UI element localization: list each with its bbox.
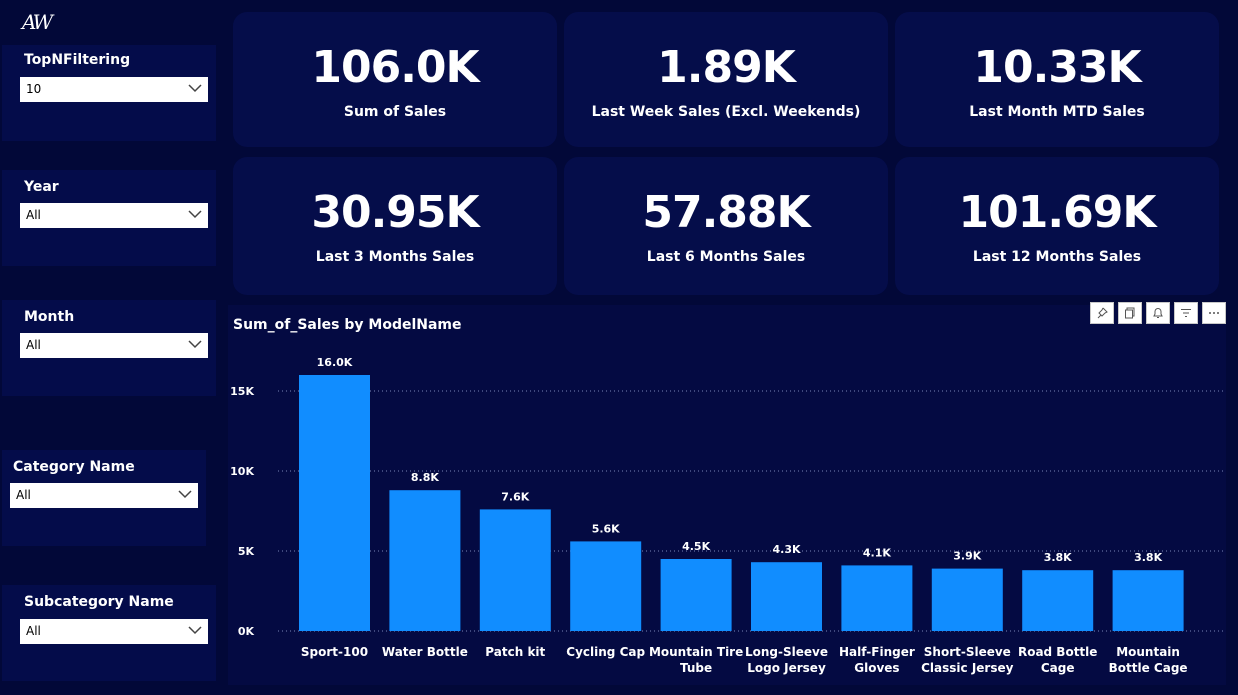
- chevron-down-icon: [178, 490, 192, 499]
- year-dropdown[interactable]: All: [20, 203, 208, 228]
- bar: [660, 559, 732, 631]
- chevron-down-icon: [188, 626, 202, 635]
- kpi-card-sum-of-sales: 106.0K Sum of Sales: [233, 12, 557, 147]
- slicer-topn: TopNFiltering 10: [2, 45, 216, 141]
- kpi-caption: Last 6 Months Sales: [646, 249, 806, 265]
- x-tick-label: Short-Sleeve: [924, 645, 1011, 659]
- category-dropdown[interactable]: All: [10, 483, 198, 508]
- bar: [570, 541, 642, 631]
- sales-by-model-chart: Sum_of_Sales by ModelName 0K 5K 10K 15K 16.0…: [228, 302, 1226, 685]
- data-label: 8.8K: [411, 471, 439, 484]
- kpi-caption: Last 3 Months Sales: [315, 249, 475, 265]
- x-tick-label: Water Bottle: [382, 645, 468, 659]
- x-tick-label: Long-Sleeve: [745, 645, 828, 659]
- data-label: 4.3K: [772, 543, 800, 556]
- kpi-card-last-week-sales: 1.89K Last Week Sales (Excl. Weekends): [564, 12, 888, 147]
- dropdown-value: All: [26, 208, 41, 222]
- x-tick-label: Logo Jersey: [747, 661, 826, 675]
- slicer-category: Category Name All: [2, 450, 206, 546]
- y-tick-label: 5K: [238, 545, 255, 558]
- topn-dropdown[interactable]: 10: [20, 77, 208, 102]
- x-tick-label: Half-Finger: [839, 645, 915, 659]
- x-tick-label: Tube: [680, 661, 712, 675]
- x-tick-label: Mountain Tire: [649, 645, 743, 659]
- kpi-card-last-month-mtd: 10.33K Last Month MTD Sales: [895, 12, 1219, 147]
- x-tick-label: Gloves: [854, 661, 899, 675]
- bar: [751, 562, 822, 631]
- kpi-caption: Last Month MTD Sales: [969, 104, 1145, 120]
- data-label: 3.8K: [1044, 551, 1072, 564]
- chevron-down-icon: [188, 340, 202, 349]
- bar: [931, 568, 1003, 631]
- kpi-value: 30.95K: [311, 187, 479, 238]
- dropdown-value: All: [26, 624, 41, 638]
- data-label: 16.0K: [317, 356, 353, 369]
- kpi-caption: Sum of Sales: [343, 104, 447, 120]
- chevron-down-icon: [188, 84, 202, 93]
- kpi-value: 57.88K: [642, 187, 810, 238]
- x-tick-label: Bottle Cage: [1109, 661, 1188, 675]
- slicer-label: TopNFiltering: [24, 52, 131, 68]
- kpi-caption: Last 12 Months Sales: [972, 249, 1142, 265]
- kpi-card-last-6-months: 57.88K Last 6 Months Sales: [564, 157, 888, 295]
- slicer-label: Category Name: [13, 459, 135, 475]
- slicer-subcategory: Subcategory Name All: [2, 585, 216, 681]
- kpi-card-last-3-months: 30.95K Last 3 Months Sales: [233, 157, 557, 295]
- kpi-value: 10.33K: [973, 42, 1141, 93]
- bar: [299, 375, 370, 631]
- data-label: 7.6K: [501, 490, 529, 503]
- x-tick-label: Classic Jersey: [921, 661, 1014, 675]
- bar: [1112, 570, 1184, 631]
- chevron-down-icon: [188, 210, 202, 219]
- dropdown-value: 10: [26, 82, 42, 96]
- data-label: 4.5K: [682, 540, 710, 553]
- slicer-label: Subcategory Name: [24, 594, 174, 610]
- subcategory-dropdown[interactable]: All: [20, 619, 208, 644]
- data-label: 3.9K: [953, 550, 981, 563]
- y-tick-label: 15K: [230, 385, 254, 398]
- dropdown-value: All: [16, 488, 31, 502]
- data-label: 5.6K: [592, 522, 620, 535]
- y-tick-label: 0K: [238, 625, 255, 638]
- dropdown-value: All: [26, 338, 41, 352]
- data-label: 4.1K: [863, 546, 891, 559]
- bar-chart-plot: 0K 5K 10K 15K 16.0K Sport-100 8.8K Water Bottle…: [230, 356, 1223, 675]
- logo: AW: [22, 10, 53, 34]
- bar: [479, 509, 551, 631]
- x-tick-label: Road Bottle: [1018, 645, 1097, 659]
- slicer-month: Month All: [2, 300, 216, 396]
- kpi-value: 1.89K: [657, 42, 796, 93]
- kpi-caption: Last Week Sales (Excl. Weekends): [591, 104, 861, 120]
- bar: [841, 565, 913, 631]
- x-tick-label: Patch kit: [485, 645, 545, 659]
- x-tick-label: Mountain: [1116, 645, 1180, 659]
- kpi-value: 106.0K: [311, 42, 479, 93]
- kpi-value: 101.69K: [958, 187, 1157, 238]
- bar: [389, 490, 461, 631]
- bar: [1022, 570, 1094, 631]
- slicer-year: Year All: [2, 170, 216, 266]
- month-dropdown[interactable]: All: [20, 333, 208, 358]
- slicer-label: Year: [24, 179, 59, 195]
- y-tick-label: 10K: [230, 465, 254, 478]
- kpi-card-last-12-months: 101.69K Last 12 Months Sales: [895, 157, 1219, 295]
- x-tick-label: Cage: [1041, 661, 1075, 675]
- data-label: 3.8K: [1134, 551, 1162, 564]
- x-tick-label: Sport-100: [301, 645, 368, 659]
- slicer-label: Month: [24, 309, 75, 325]
- x-tick-label: Cycling Cap: [566, 645, 645, 659]
